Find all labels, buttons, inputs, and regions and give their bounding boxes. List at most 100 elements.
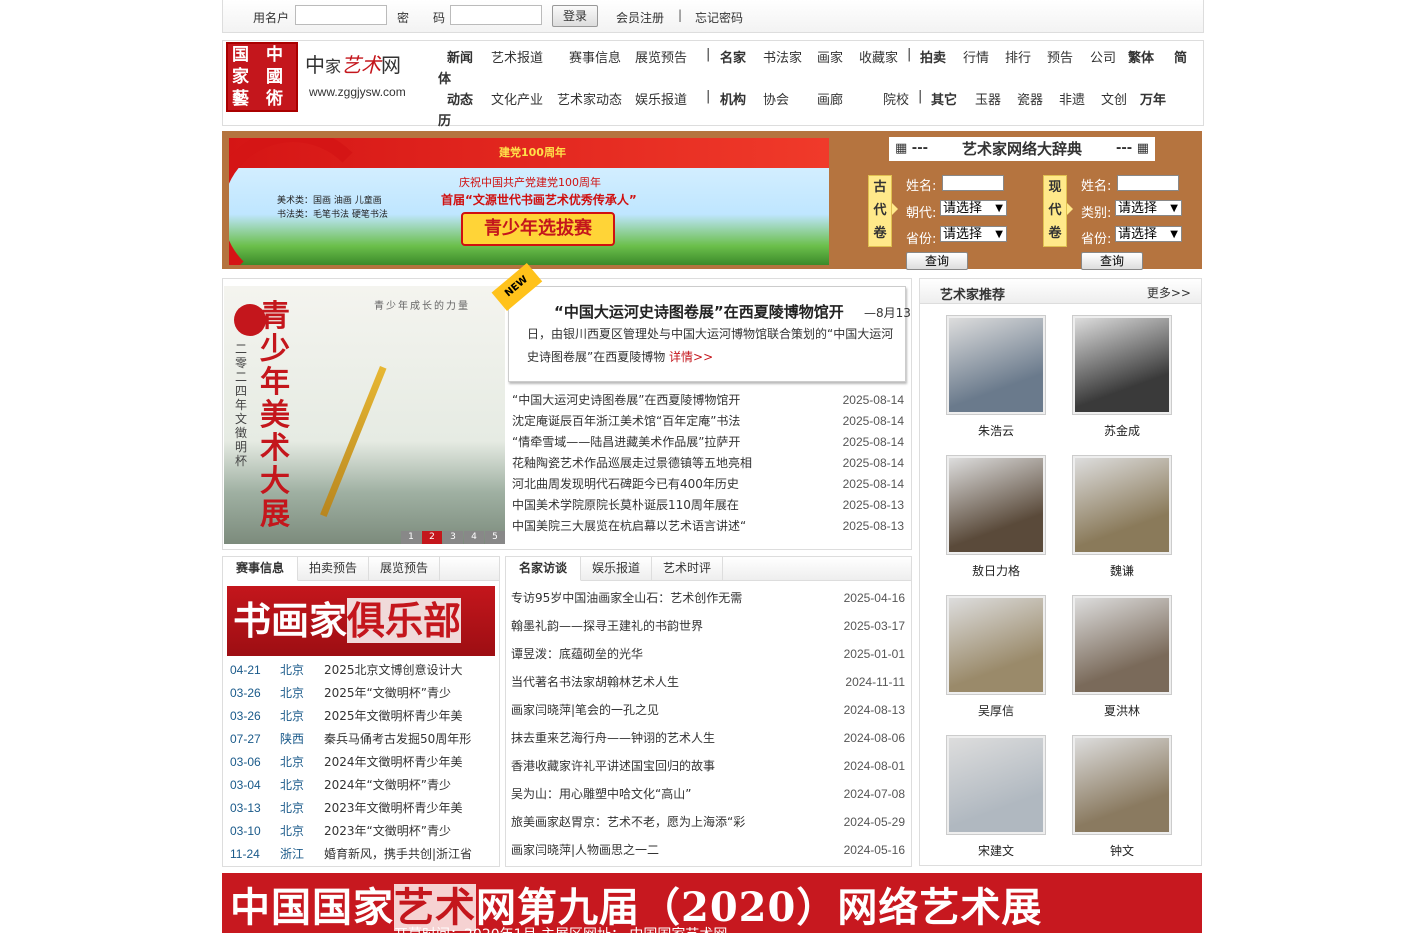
nav-dynamics[interactable]: 动态 [447, 89, 473, 108]
artist-card[interactable]: 钟文 [1072, 735, 1172, 859]
artist-card[interactable]: 魏谦 [1072, 455, 1172, 579]
interview-title[interactable]: 专访95岁中国油画家全山石：艺术创作无需 [511, 584, 831, 612]
nav-masters[interactable]: 名家 [720, 47, 746, 66]
nav-calendar[interactable]: 万年 [1140, 89, 1166, 108]
nav-preview[interactable]: 预告 [1047, 47, 1073, 66]
event-title[interactable]: 2024年文徵明杯青少年美 [324, 751, 492, 774]
artist-card[interactable]: 朱浩云 [946, 315, 1046, 439]
list-item[interactable]: 画家闫晓萍|人物画思之一二 2024-05-16 [511, 836, 905, 864]
artist-photo[interactable] [1072, 315, 1172, 415]
nav-exhibition-preview[interactable]: 展览预告 [635, 47, 687, 66]
artist-name[interactable]: 宋建文 [946, 842, 1046, 859]
artist-name[interactable]: 钟文 [1072, 842, 1172, 859]
event-row[interactable]: 03-13 北京 2023年文徵明杯青少年美 [230, 797, 492, 820]
slide-page-3[interactable]: 3 [443, 531, 463, 544]
nav-entertainment[interactable]: 娱乐报道 [635, 89, 687, 108]
artist-photo[interactable] [946, 455, 1046, 555]
interview-title[interactable]: 谭昱泼：底蕴砌垒的光华 [511, 640, 831, 668]
news-title[interactable]: 沈定庵诞辰百年浙江美术馆“百年定庵”书法 [512, 411, 832, 432]
list-item[interactable]: 河北曲周发现明代石碑距今已有400年历史 2025-08-14 [512, 474, 904, 495]
ancient-name-input[interactable] [942, 175, 1004, 191]
list-item[interactable]: 翰墨礼韵——探寻王建礼的书韵世界 2025-03-17 [511, 612, 905, 640]
event-row[interactable]: 11-24 浙江 婚育新风，携手共创|浙江省 [230, 843, 492, 866]
competition-ad-banner[interactable]: 建党100周年 庆祝中国共产党建党100周年 首届“文源世代书画艺术优秀传承人”… [229, 138, 829, 265]
event-row[interactable]: 03-04 北京 2024年“文徵明杯”青少 [230, 774, 492, 797]
headline-more-link[interactable]: 详情>> [669, 350, 713, 364]
artist-name[interactable]: 朱浩云 [946, 422, 1046, 439]
artist-photo[interactable] [946, 735, 1046, 835]
list-item[interactable]: 谭昱泼：底蕴砌垒的光华 2025-01-01 [511, 640, 905, 668]
list-item[interactable]: 花釉陶瓷艺术作品巡展走过景德镇等五地亮相 2025-08-14 [512, 453, 904, 474]
login-button[interactable]: 登录 [552, 5, 598, 27]
nav-artist-dynamics[interactable]: 艺术家动态 [557, 89, 622, 108]
interview-title[interactable]: 抹去重来艺海行舟——钟诩的艺术人生 [511, 724, 831, 752]
event-row[interactable]: 03-10 北京 2023年“文徵明杯”青少 [230, 820, 492, 843]
event-title[interactable]: 2025年文徵明杯青少年美 [324, 705, 492, 728]
event-title[interactable]: 2023年“文徵明杯”青少 [324, 820, 492, 843]
artist-card[interactable]: 敖日力格 [946, 455, 1046, 579]
event-title[interactable]: 2025北京文博创意设计大 [324, 659, 492, 682]
register-link[interactable]: 会员注册 [616, 9, 664, 26]
nav-simplified[interactable]: 简 [1174, 47, 1187, 66]
username-input[interactable] [295, 5, 387, 25]
nav-calendar-tail[interactable]: 历 [438, 110, 451, 129]
event-row[interactable]: 04-21 北京 2025北京文博创意设计大 [230, 659, 492, 682]
event-title[interactable]: 2024年“文徵明杯”青少 [324, 774, 492, 797]
nav-calligraphers[interactable]: 书法家 [763, 47, 802, 66]
artist-name[interactable]: 魏谦 [1072, 562, 1172, 579]
event-row[interactable]: 03-06 北京 2024年文徵明杯青少年美 [230, 751, 492, 774]
artist-name[interactable]: 苏金成 [1072, 422, 1172, 439]
artist-name[interactable]: 吴厚信 [946, 702, 1046, 719]
slide-page-5[interactable]: 5 [485, 531, 505, 544]
club-banner[interactable]: 书画家俱乐部 [227, 586, 495, 656]
ancient-query-button[interactable]: 查询 [906, 252, 968, 270]
artist-photo[interactable] [946, 595, 1046, 695]
list-item[interactable]: 旅美画家赵胃京：艺术不老，愿为上海添“彩 2024-05-29 [511, 808, 905, 836]
nav-jade[interactable]: 玉器 [975, 89, 1001, 108]
tab-auction-preview[interactable]: 拍卖预告 [298, 557, 369, 580]
interview-title[interactable]: 画家闫晓萍|人物画思之一二 [511, 836, 831, 864]
tab-art-review[interactable]: 艺术时评 [652, 557, 723, 580]
exhibition-ad-banner[interactable]: 中国国家艺术网第九届（2020）网络艺术展 开幕时间：2020年1月 主展区网址… [222, 873, 1202, 933]
list-item[interactable]: 香港收藏家许礼平讲述国宝回归的故事 2024-08-01 [511, 752, 905, 780]
tab-competitions[interactable]: 赛事信息 [223, 557, 298, 581]
ancient-province-select[interactable]: 请选择 ▼ [940, 226, 1007, 242]
news-title[interactable]: 花釉陶瓷艺术作品巡展走过景德镇等五地亮相 [512, 453, 832, 474]
list-item[interactable]: 沈定庵诞辰百年浙江美术馆“百年定庵”书法 2025-08-14 [512, 411, 904, 432]
nav-heritage[interactable]: 非遗 [1059, 89, 1085, 108]
nav-painters[interactable]: 画家 [817, 47, 843, 66]
site-logo[interactable]: 中 國 国 家 藝 術 [226, 42, 298, 112]
more-link[interactable]: 更多>> [1147, 284, 1191, 301]
list-item[interactable]: “情牵雪域——陆昌进藏美术作品展”拉萨开 2025-08-14 [512, 432, 904, 453]
nav-institutions[interactable]: 机构 [720, 89, 746, 108]
list-item[interactable]: 专访95岁中国油画家全山石：艺术创作无需 2025-04-16 [511, 584, 905, 612]
news-title[interactable]: 河北曲周发现明代石碑距今已有400年历史 [512, 474, 832, 495]
nav-culture-industry[interactable]: 文化产业 [491, 89, 543, 108]
artist-card[interactable]: 宋建文 [946, 735, 1046, 859]
slide-page-2[interactable]: 2 [422, 531, 442, 544]
tab-entertainment[interactable]: 娱乐报道 [581, 557, 652, 580]
event-row[interactable]: 03-26 北京 2025年“文徵明杯”青少 [230, 682, 492, 705]
headline-title[interactable]: “中国大运河史诗图卷展”在西夏陵博物馆开 [554, 301, 844, 322]
nav-company[interactable]: 公司 [1090, 47, 1116, 66]
event-title[interactable]: 2025年“文徵明杯”青少 [324, 682, 492, 705]
featured-slideshow[interactable]: 青少年成长的力量 青少年美术大展 二零二四年文徵明杯 1 2 3 4 5 [224, 286, 505, 544]
tab-exhibition-preview[interactable]: 展览预告 [369, 557, 440, 580]
nav-market[interactable]: 行情 [963, 47, 989, 66]
nav-galleries[interactable]: 画廊 [817, 89, 843, 108]
artist-photo[interactable] [1072, 595, 1172, 695]
nav-others[interactable]: 其它 [931, 89, 957, 108]
artist-name[interactable]: 敖日力格 [946, 562, 1046, 579]
slide-page-1[interactable]: 1 [401, 531, 421, 544]
news-title[interactable]: 中国美术学院原院长莫朴诞辰110周年展在 [512, 495, 832, 516]
nav-associations[interactable]: 协会 [763, 89, 789, 108]
nav-collectors[interactable]: 收藏家 [859, 47, 898, 66]
modern-query-button[interactable]: 查询 [1081, 252, 1143, 270]
nav-academies[interactable]: 院校 [883, 89, 909, 108]
event-row[interactable]: 03-26 北京 2025年文徵明杯青少年美 [230, 705, 492, 728]
news-title[interactable]: 中国美院三大展览在杭启幕以艺术语言讲述“ [512, 516, 832, 537]
list-item[interactable]: 画家闫晓萍|笔会的一孔之见 2024-08-13 [511, 696, 905, 724]
interview-title[interactable]: 画家闫晓萍|笔会的一孔之见 [511, 696, 831, 724]
nav-competitions[interactable]: 赛事信息 [569, 47, 621, 66]
category-select[interactable]: 请选择 ▼ [1115, 200, 1182, 216]
